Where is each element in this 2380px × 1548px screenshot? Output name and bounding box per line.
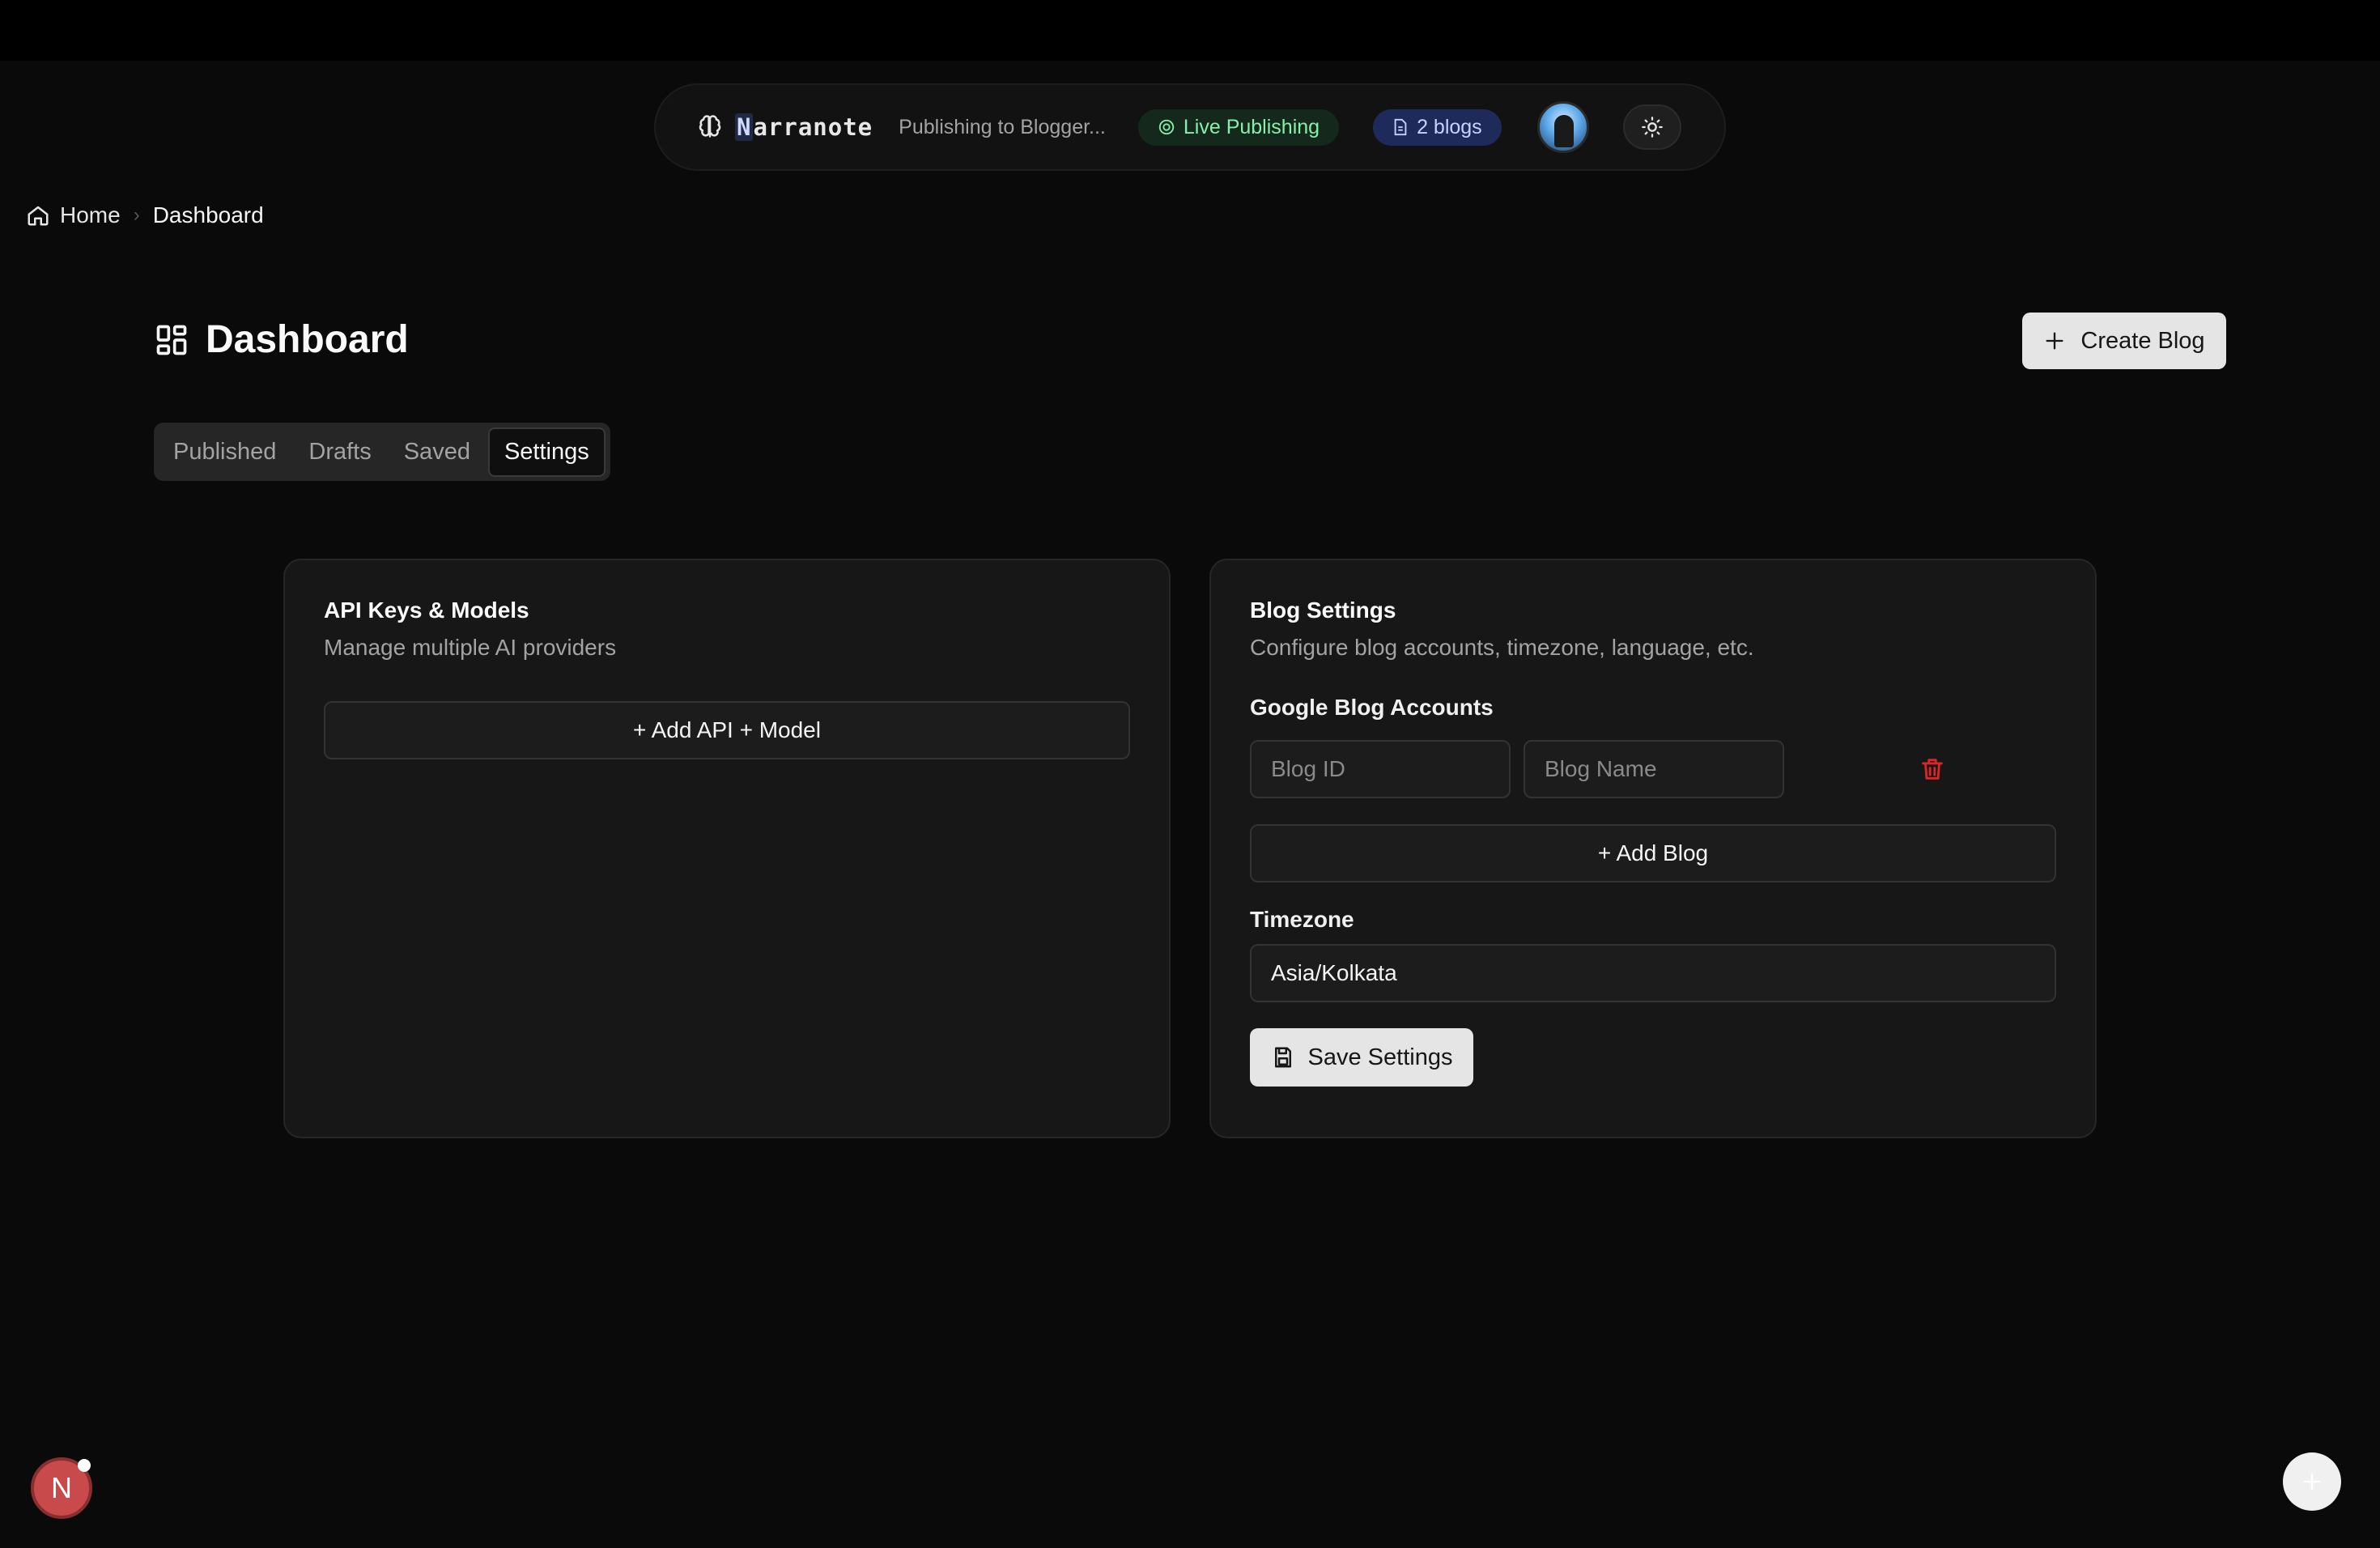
blog-account-row bbox=[1250, 740, 2056, 798]
tab-published[interactable]: Published bbox=[159, 429, 291, 475]
chevron-right-icon: › bbox=[133, 204, 140, 226]
brand[interactable]: Narranote bbox=[696, 113, 873, 141]
document-icon bbox=[1394, 118, 1407, 136]
blogs-badge-label: 2 blogs bbox=[1417, 115, 1482, 138]
tab-saved[interactable]: Saved bbox=[389, 429, 485, 475]
theme-toggle-button[interactable] bbox=[1622, 104, 1681, 150]
live-publishing-badge: Live Publishing bbox=[1137, 108, 1340, 146]
sun-icon bbox=[1641, 117, 1663, 138]
brain-icon bbox=[699, 115, 721, 138]
page-title-text: Dashboard bbox=[206, 318, 409, 361]
api-card-title: API Keys & Models bbox=[324, 598, 529, 623]
blog-name-input[interactable] bbox=[1524, 740, 1784, 798]
breadcrumb-home-link[interactable]: Home bbox=[26, 202, 121, 228]
app-header: Narranote Publishing to Blogger... Live … bbox=[654, 83, 1726, 171]
api-card-description: Manage multiple AI providers bbox=[324, 635, 617, 660]
blog-id-input[interactable] bbox=[1250, 740, 1511, 798]
plus-icon bbox=[2046, 332, 2063, 350]
save-icon bbox=[1274, 1047, 1291, 1068]
create-blog-button[interactable]: Create Blog bbox=[2022, 313, 2226, 369]
tab-settings[interactable]: Settings bbox=[487, 427, 606, 477]
save-settings-label: Save Settings bbox=[1307, 1044, 1453, 1070]
dashboard-icon bbox=[156, 325, 187, 355]
blogs-count-badge[interactable]: 2 blogs bbox=[1373, 108, 1502, 146]
api-keys-card: API Keys & Models Manage multiple AI pro… bbox=[283, 559, 1171, 1138]
add-blog-button[interactable]: + Add Blog bbox=[1250, 824, 2056, 882]
radio-icon bbox=[1158, 119, 1175, 135]
tab-drafts[interactable]: Drafts bbox=[294, 429, 385, 475]
home-icon bbox=[28, 206, 49, 226]
trash-icon[interactable] bbox=[1919, 755, 1946, 783]
dashboard-tabs: Published Drafts Saved Settings bbox=[154, 423, 610, 481]
brand-rest: arranote bbox=[753, 113, 873, 141]
plus-icon bbox=[2303, 1473, 2321, 1491]
add-api-model-button[interactable]: + Add API + Model bbox=[324, 701, 1130, 759]
google-accounts-label: Google Blog Accounts bbox=[1250, 695, 1494, 720]
page-title: Dashboard bbox=[154, 317, 409, 362]
save-settings-button[interactable]: Save Settings bbox=[1250, 1028, 1473, 1087]
blog-card-title: Blog Settings bbox=[1250, 598, 1396, 623]
top-black-bar bbox=[0, 0, 2380, 61]
timezone-input[interactable] bbox=[1250, 944, 2056, 1002]
timezone-label: Timezone bbox=[1250, 907, 1354, 932]
breadcrumb: Home › Dashboard bbox=[26, 202, 264, 228]
blog-settings-card: Blog Settings Configure blog accounts, t… bbox=[1209, 559, 2097, 1138]
blog-card-description: Configure blog accounts, timezone, langu… bbox=[1250, 635, 1754, 660]
create-blog-label: Create Blog bbox=[2080, 327, 2205, 354]
publishing-status: Publishing to Blogger... bbox=[899, 115, 1106, 138]
user-avatar[interactable] bbox=[1536, 101, 1589, 153]
breadcrumb-current: Dashboard bbox=[152, 202, 264, 228]
floating-add-button[interactable] bbox=[2283, 1452, 2341, 1511]
brand-name: Narranote bbox=[735, 113, 873, 141]
notification-dot bbox=[78, 1459, 91, 1472]
breadcrumb-home-label: Home bbox=[60, 202, 121, 228]
live-badge-label: Live Publishing bbox=[1183, 115, 1320, 138]
brand-first-letter: N bbox=[735, 113, 754, 141]
